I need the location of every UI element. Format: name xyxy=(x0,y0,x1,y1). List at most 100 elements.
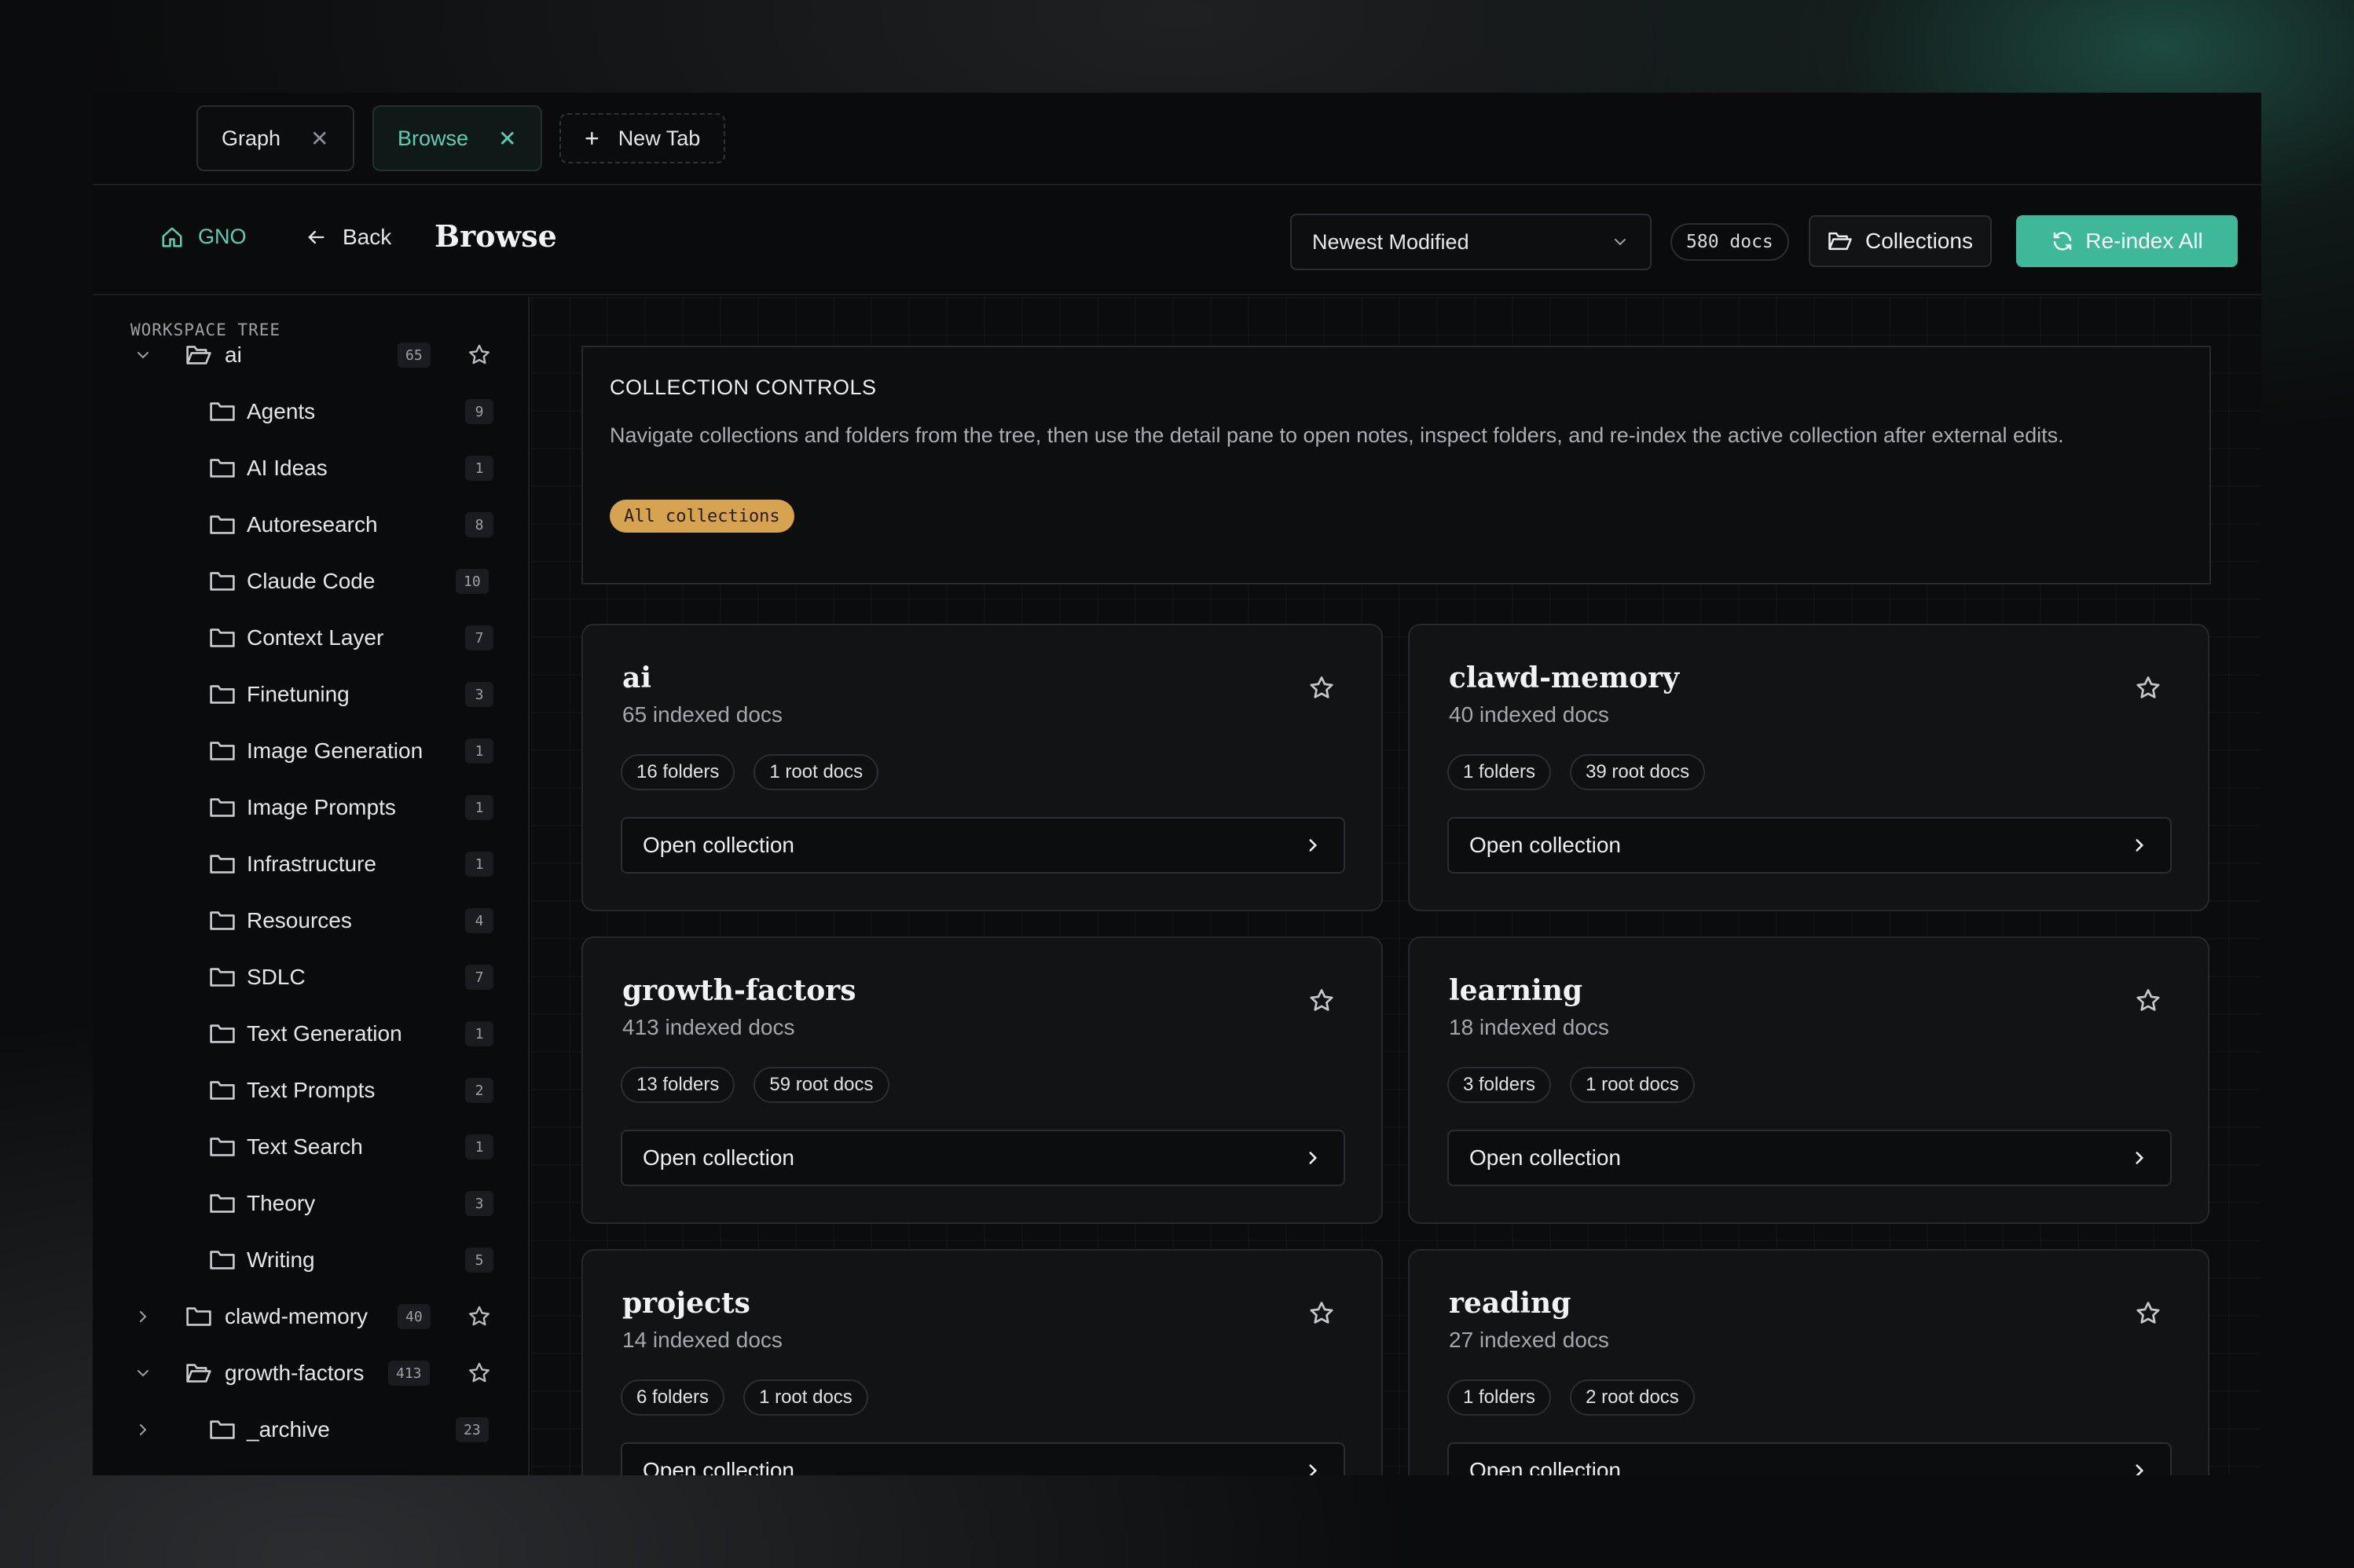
chevron-right-icon xyxy=(1309,839,1318,852)
close-icon[interactable]: ✕ xyxy=(310,126,328,152)
reindex-all-button[interactable]: Re-index All xyxy=(2016,215,2238,267)
main-pane: COLLECTION CONTROLS Navigate collections… xyxy=(531,297,2261,1475)
root-docs-chip: 1 root docs xyxy=(743,1379,868,1416)
count-badge: 7 xyxy=(465,625,493,650)
chevron-down-icon[interactable] xyxy=(134,1364,152,1383)
star-icon[interactable] xyxy=(1307,987,1336,1015)
tab-browse[interactable]: Browse ✕ xyxy=(372,105,542,171)
tree-item-label: Text Generation xyxy=(247,1021,402,1046)
tree-item-folder[interactable]: Image Generation 1 xyxy=(93,727,530,775)
collections-button[interactable]: Collections xyxy=(1809,215,1992,267)
chevron-right-icon[interactable] xyxy=(134,1307,152,1326)
tree-item-folder[interactable]: Text Search 1 xyxy=(93,1123,530,1171)
open-collection-label: Open collection xyxy=(643,833,795,857)
count-badge: 65 xyxy=(398,343,431,368)
tree-item-folder[interactable]: Resources 4 xyxy=(93,897,530,944)
root-docs-chip: 59 root docs xyxy=(754,1067,889,1103)
tree-item-label: AI Ideas xyxy=(247,456,328,480)
all-collections-pill[interactable]: All collections xyxy=(610,500,794,533)
collection-name: clawd-memory xyxy=(1449,661,1680,694)
root-docs-chip: 1 root docs xyxy=(1570,1067,1695,1103)
folder-icon xyxy=(210,911,235,930)
collection-card: ai 65 indexed docs 16 folders 1 root docs Op… xyxy=(581,624,1383,911)
tree-item-folder[interactable]: Theory 3 xyxy=(93,1180,530,1227)
open-collection-button[interactable]: Open collection xyxy=(621,817,1345,874)
open-collection-label: Open collection xyxy=(1469,1145,1622,1170)
folder-icon xyxy=(210,1081,235,1100)
chevron-down-icon[interactable] xyxy=(134,346,152,365)
folder-open-icon xyxy=(186,1364,211,1383)
star-icon[interactable] xyxy=(2134,987,2162,1015)
tree-item-label: Infrastructure xyxy=(247,852,376,876)
chevron-right-icon xyxy=(1309,1464,1318,1475)
collection-name: ai xyxy=(622,661,652,694)
tree-item-label: clawd-memory xyxy=(225,1304,368,1328)
tree-item-folder[interactable]: Text Prompts 2 xyxy=(93,1067,530,1114)
collection-name: projects xyxy=(622,1287,750,1320)
tree-item-label: Agents xyxy=(247,399,316,423)
count-badge: 1 xyxy=(465,456,493,481)
controls-description: Navigate collections and folders from th… xyxy=(610,423,2064,447)
open-collection-button[interactable]: Open collection xyxy=(1447,1442,2172,1475)
collection-doc-count: 65 indexed docs xyxy=(622,702,783,727)
tree-item-folder[interactable]: Text Generation 1 xyxy=(93,1010,530,1057)
star-icon[interactable] xyxy=(2134,674,2162,702)
open-collection-button[interactable]: Open collection xyxy=(621,1130,1345,1186)
folder-icon xyxy=(210,459,235,478)
tree-item-folder[interactable]: Autoresearch 8 xyxy=(93,501,530,548)
tab-graph[interactable]: Graph ✕ xyxy=(196,105,354,171)
tree-item-folder[interactable]: SDLC 7 xyxy=(93,954,530,1001)
tree-item-folder[interactable]: Agents 9 xyxy=(93,388,530,435)
tree-item-folder[interactable]: Writing 5 xyxy=(93,1236,530,1284)
count-badge: 7 xyxy=(465,965,493,990)
sort-select[interactable]: Newest Modified xyxy=(1290,214,1652,270)
close-icon[interactable]: ✕ xyxy=(498,126,516,152)
collection-doc-count: 14 indexed docs xyxy=(622,1328,783,1352)
refresh-icon xyxy=(2054,232,2072,251)
star-icon[interactable] xyxy=(467,1304,492,1329)
home-link[interactable]: GNO xyxy=(160,225,247,249)
star-icon[interactable] xyxy=(467,343,492,368)
collection-stats: 3 folders 1 root docs xyxy=(1447,1067,1714,1103)
tree-item-folder[interactable]: Claude Code 10 xyxy=(93,558,530,605)
tree-item-folder[interactable]: Infrastructure 1 xyxy=(93,841,530,888)
page-title: Browse xyxy=(434,218,557,254)
back-button[interactable]: Back xyxy=(305,225,391,250)
tree-item-ai[interactable]: ai 65 xyxy=(93,332,530,379)
folder-icon xyxy=(210,402,235,421)
tree-item-label: Text Search xyxy=(247,1134,363,1159)
folder-open-icon xyxy=(1828,232,1852,251)
collection-stats: 16 folders 1 root docs xyxy=(621,754,897,790)
home-label: GNO xyxy=(198,225,247,248)
tree-item-folder[interactable]: Context Layer 7 xyxy=(93,614,530,661)
tree-item-label: SDLC xyxy=(247,965,306,989)
folders-chip: 16 folders xyxy=(621,754,735,790)
tree-item-clawd-memory[interactable]: clawd-memory 40 xyxy=(93,1293,530,1340)
collection-stats: 13 folders 59 root docs xyxy=(621,1067,908,1103)
docs-count-badge: 580 docs xyxy=(1670,223,1789,261)
star-icon[interactable] xyxy=(467,1361,492,1386)
open-collection-button[interactable]: Open collection xyxy=(621,1442,1345,1475)
folder-icon xyxy=(210,968,235,987)
open-collection-button[interactable]: Open collection xyxy=(1447,817,2172,874)
folders-chip: 13 folders xyxy=(621,1067,735,1103)
collection-name: reading xyxy=(1449,1287,1571,1320)
star-icon[interactable] xyxy=(1307,674,1336,702)
plus-icon: + xyxy=(585,123,600,152)
tree-item-folder[interactable]: AI Ideas 1 xyxy=(93,445,530,492)
chevron-right-icon[interactable] xyxy=(134,1420,152,1439)
folders-chip: 3 folders xyxy=(1447,1067,1552,1103)
star-icon[interactable] xyxy=(1307,1299,1336,1328)
count-badge: 40 xyxy=(398,1304,431,1329)
tree-item-folder[interactable]: Finetuning 3 xyxy=(93,671,530,718)
new-tab-button[interactable]: + New Tab xyxy=(559,113,726,163)
tree-item-label: Writing xyxy=(247,1247,315,1272)
count-badge: 2 xyxy=(465,1078,493,1103)
folder-icon xyxy=(210,1251,235,1269)
star-icon[interactable] xyxy=(2134,1299,2162,1328)
tree-item-archive[interactable]: _archive 23 xyxy=(93,1406,530,1453)
folders-chip: 1 folders xyxy=(1447,754,1552,790)
open-collection-button[interactable]: Open collection xyxy=(1447,1130,2172,1186)
tree-item-folder[interactable]: Image Prompts 1 xyxy=(93,784,530,831)
tree-item-growth-factors[interactable]: growth-factors 413 xyxy=(93,1350,530,1397)
